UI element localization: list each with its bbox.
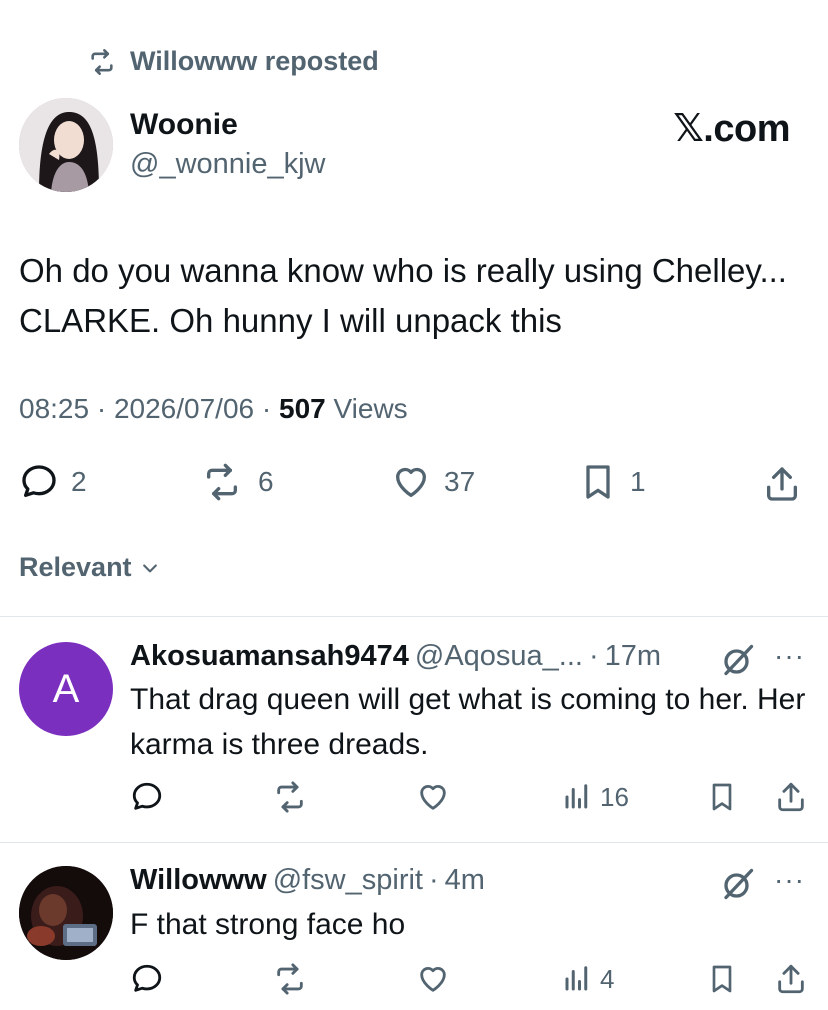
- views-button[interactable]: 16: [562, 780, 629, 814]
- repost-icon: [198, 462, 246, 502]
- heart-icon: [415, 780, 451, 814]
- avatar: [19, 866, 113, 960]
- views-label: Views: [333, 393, 408, 424]
- post-date: 2026/07/06: [113, 393, 255, 424]
- author-name[interactable]: Woonie: [130, 108, 238, 142]
- views-count: 4: [600, 963, 615, 994]
- repost-button[interactable]: [270, 780, 310, 814]
- post-meta: 08:25 · 2026/07/06 · 507 Views: [19, 393, 408, 424]
- post-time: 08:25: [19, 393, 90, 424]
- reply-time: 4m: [444, 864, 485, 896]
- reply-header: Willowww @fsw_spirit · 4m: [130, 864, 485, 897]
- reply-author-handle[interactable]: @Aqosua_...: [415, 640, 583, 673]
- reply-count: 2: [71, 466, 87, 497]
- share-icon: [774, 962, 808, 996]
- avatar: A: [19, 642, 113, 736]
- bookmark-icon: [578, 462, 618, 502]
- repost-button[interactable]: [270, 962, 310, 996]
- author-avatar[interactable]: [19, 98, 113, 192]
- bookmark-button[interactable]: [706, 780, 738, 814]
- divider: [0, 616, 828, 617]
- share-button[interactable]: [774, 780, 808, 814]
- share-icon: [762, 464, 802, 504]
- like-button[interactable]: [415, 962, 451, 996]
- bookmark-button[interactable]: [706, 962, 738, 996]
- repost-header[interactable]: Willowww reposted: [84, 46, 379, 77]
- reply-avatar[interactable]: [19, 866, 113, 960]
- like-button[interactable]: 37: [390, 462, 475, 502]
- reply-header: Akosuamansah9474 @Aqosua_... · 17m: [130, 640, 662, 673]
- bookmark-icon: [706, 962, 738, 996]
- sort-label: Relevant: [19, 552, 132, 582]
- reply-time: 17m: [604, 640, 662, 672]
- sort-dropdown[interactable]: Relevant: [19, 552, 160, 583]
- like-button[interactable]: [415, 780, 451, 814]
- analytics-icon: [562, 780, 592, 814]
- repost-icon: [270, 962, 310, 996]
- analytics-icon: [562, 962, 592, 996]
- reply-text: F that strong face ho: [130, 908, 406, 941]
- reply-icon: [130, 780, 164, 814]
- reply-button[interactable]: [130, 962, 164, 996]
- reply-author-name[interactable]: Akosuamansah9474: [130, 640, 409, 673]
- views-button[interactable]: 4: [562, 962, 614, 996]
- more-icon[interactable]: ···: [774, 640, 805, 672]
- share-button[interactable]: [774, 962, 808, 996]
- author-handle[interactable]: @_wonnie_kjw: [130, 148, 325, 181]
- grok-icon[interactable]: [720, 642, 756, 678]
- repost-button[interactable]: 6: [198, 462, 274, 502]
- repost-label: Willowww reposted: [130, 46, 379, 76]
- heart-icon: [390, 462, 432, 502]
- reply-author-name[interactable]: Willowww: [130, 864, 267, 897]
- reply-icon: [130, 962, 164, 996]
- heart-icon: [415, 962, 451, 996]
- repost-icon: [270, 780, 310, 814]
- bookmark-button[interactable]: 1: [578, 462, 646, 502]
- chevron-down-icon: [140, 558, 160, 578]
- reply-button[interactable]: 2: [19, 462, 87, 502]
- bookmark-icon: [706, 780, 738, 814]
- reply-avatar[interactable]: A: [19, 642, 113, 736]
- post-text: Oh do you wanna know who is really using…: [19, 252, 787, 339]
- reply-button[interactable]: [130, 780, 164, 814]
- share-button[interactable]: [762, 464, 802, 504]
- views-count: 16: [600, 781, 629, 812]
- more-icon[interactable]: ···: [774, 864, 805, 896]
- reply-text: That drag queen will get what is coming …: [130, 683, 806, 761]
- bookmark-count: 1: [630, 466, 646, 497]
- divider: [0, 842, 828, 843]
- repost-count: 6: [258, 466, 274, 497]
- grok-icon[interactable]: [720, 866, 756, 902]
- repost-icon: [84, 48, 120, 76]
- views-count: 507: [279, 393, 326, 424]
- like-count: 37: [444, 466, 476, 497]
- reply-icon: [19, 462, 59, 502]
- reply-author-handle[interactable]: @fsw_spirit: [273, 864, 423, 897]
- source-badge: 𝕏.com: [673, 108, 790, 150]
- share-icon: [774, 780, 808, 814]
